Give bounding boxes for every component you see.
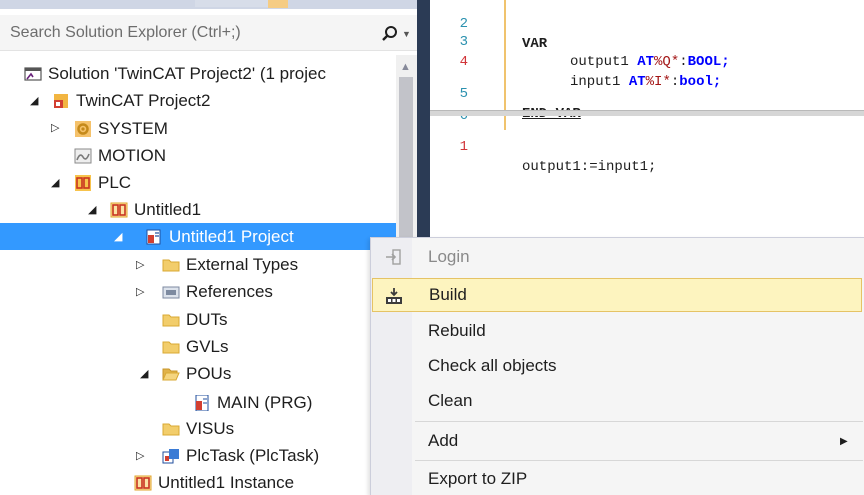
search-options-chevron-icon[interactable]: ▼ (402, 29, 411, 39)
search-box: ▼ (0, 15, 417, 51)
folder-icon (162, 314, 180, 326)
explorer-title-strip (0, 0, 417, 9)
tree-item-gvls[interactable]: GVLs (162, 333, 229, 360)
tree-item-label: GVLs (186, 336, 229, 356)
tree-item-label: PlcTask (PlcTask) (186, 445, 320, 465)
menu-item-label: Build (429, 285, 467, 304)
menu-item-label: Check all objects (428, 356, 557, 375)
menu-item-check-all-objects[interactable]: Check all objects (372, 349, 862, 383)
tree-item-label: POUs (186, 363, 232, 383)
expanded-chevron-icon[interactable]: ◢ (51, 176, 59, 189)
tree-item-label: Solution 'TwinCAT Project2' (1 projec (48, 63, 326, 83)
declaration-body-splitter[interactable] (430, 110, 864, 116)
solution-icon (24, 66, 42, 81)
code-line: 1 output1:=input1; (430, 117, 864, 175)
task-icon (162, 448, 179, 463)
menu-item-label: Export to ZIP (428, 469, 528, 488)
tree-item-external-types[interactable]: External Types (162, 251, 298, 278)
code-line: 4 input1 AT%I*:bool; (430, 32, 864, 90)
folder-icon (162, 341, 180, 353)
tree-item-label: Untitled1 Instance (158, 472, 295, 492)
tree-item-visus[interactable]: VISUs (162, 415, 234, 442)
menu-item-login[interactable]: Login (372, 240, 862, 274)
plc-project-file-icon (146, 229, 161, 244)
menu-item-rebuild[interactable]: Rebuild (372, 314, 862, 348)
tree-item-untitled1-project[interactable]: Untitled1 Project (0, 223, 396, 250)
tree-item-label: Untitled1 Project (169, 226, 294, 246)
solution-explorer: ▼ Solution 'TwinCAT Project2' (1 projec … (0, 0, 417, 495)
code-statement: output1:=input1; (522, 159, 657, 175)
login-icon (386, 249, 401, 265)
tree-item-plctask[interactable]: PlcTask (PlcTask) (162, 442, 319, 469)
collapsed-chevron-icon[interactable]: ▷ (136, 258, 144, 271)
program-icon (195, 394, 209, 411)
tree-item-plc[interactable]: PLC (74, 169, 131, 196)
expanded-chevron-icon[interactable]: ◢ (140, 367, 148, 380)
menu-item-label: Login (428, 247, 470, 266)
system-gear-icon (75, 120, 91, 137)
line-number: 1 (459, 139, 468, 155)
menu-item-label: Clean (428, 391, 473, 410)
folder-icon (162, 423, 180, 435)
tree-item-main-prg[interactable]: MAIN (PRG) (193, 389, 312, 416)
twincat-project-icon (54, 93, 68, 108)
submenu-arrow-icon: ▶ (840, 435, 848, 447)
code-line: 6 (430, 86, 864, 124)
menu-item-clean[interactable]: Clean (372, 384, 862, 418)
folder-icon (162, 259, 180, 271)
references-icon (162, 286, 180, 298)
code-line: 5 END_VAR (430, 64, 864, 122)
tree-item-motion[interactable]: MOTION (74, 142, 166, 169)
explorer-tab-highlight (268, 0, 288, 8)
folder-open-icon (162, 368, 180, 380)
tree-item-pous[interactable]: POUs (162, 360, 231, 387)
tree-item-references[interactable]: References (162, 278, 273, 305)
code-line: 3 output1 AT%Q*:BOOL; (430, 12, 864, 70)
tree-item-label: References (186, 281, 273, 301)
tree-item-label: DUTs (186, 309, 228, 329)
build-icon (386, 288, 402, 304)
menu-item-export-to-zip[interactable]: Export to ZIP (372, 462, 862, 495)
tree-item-label: SYSTEM (98, 118, 168, 138)
context-menu: Login Build Rebuild Check all objects Cl… (370, 237, 864, 495)
tree-item-label: TwinCAT Project2 (76, 90, 211, 110)
menu-item-add[interactable]: Add ▶ (372, 424, 862, 458)
tree-item-label: External Types (186, 254, 299, 274)
collapsed-chevron-icon[interactable]: ▷ (51, 121, 59, 134)
tree-item-label: VISUs (186, 418, 235, 438)
menu-item-label: Rebuild (428, 321, 486, 340)
expanded-chevron-icon[interactable]: ◢ (30, 94, 38, 107)
tree-item-label: PLC (98, 172, 132, 192)
menu-separator (415, 421, 863, 422)
motion-icon (74, 148, 92, 163)
collapsed-chevron-icon[interactable]: ▷ (136, 449, 144, 462)
plc-icon (75, 174, 91, 191)
tree-item-untitled1-instance[interactable]: Untitled1 Instance (134, 469, 294, 495)
tree-item-solution[interactable]: Solution 'TwinCAT Project2' (1 projec (24, 60, 326, 87)
expanded-chevron-icon[interactable]: ◢ (88, 203, 96, 216)
search-input[interactable] (10, 20, 360, 46)
expanded-chevron-icon[interactable]: ◢ (114, 230, 122, 243)
tree-item-untitled1[interactable]: Untitled1 (110, 196, 201, 223)
menu-item-label: Add (428, 431, 459, 450)
tree-item-system[interactable]: SYSTEM (74, 115, 168, 142)
menu-item-build[interactable]: Build (372, 278, 862, 312)
plc-project-icon (110, 202, 128, 217)
plc-instance-icon (134, 475, 152, 490)
tree-item-twincat-project[interactable]: TwinCAT Project2 (52, 87, 210, 114)
scroll-up-arrow-icon[interactable]: ▲ (400, 61, 411, 73)
tree-item-label: MAIN (PRG) (217, 392, 313, 412)
collapsed-chevron-icon[interactable]: ▷ (136, 285, 144, 298)
search-icon[interactable] (381, 25, 399, 43)
tree-item-duts[interactable]: DUTs (162, 306, 228, 333)
menu-separator (415, 460, 863, 461)
tree-item-label: MOTION (98, 145, 166, 165)
tree-item-label: Untitled1 (134, 199, 202, 219)
